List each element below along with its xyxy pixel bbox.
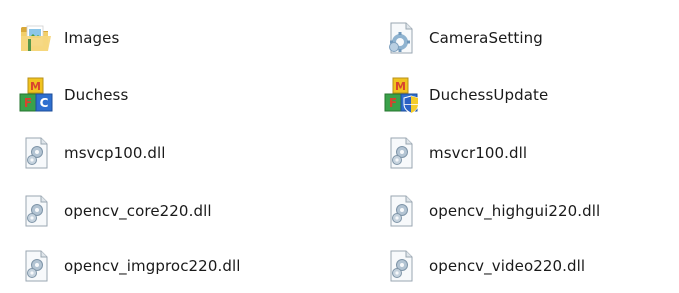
file-name: CameraSetting	[429, 29, 543, 47]
svg-text:C: C	[40, 96, 49, 110]
file-name: msvcr100.dll	[429, 144, 528, 162]
svg-text:F: F	[389, 96, 397, 110]
file-name: DuchessUpdate	[429, 86, 549, 104]
file-item-duchess[interactable]: M F C Duchess	[16, 72, 336, 118]
file-item-msvcr100-dll[interactable]: msvcr100.dll	[381, 130, 671, 176]
file-name: opencv_highgui220.dll	[429, 202, 601, 220]
file-item-opencv-imgproc220-dll[interactable]: opencv_imgproc220.dll	[16, 243, 336, 289]
file-item-opencv-video220-dll[interactable]: opencv_video220.dll	[381, 243, 671, 289]
svg-text:F: F	[24, 96, 32, 110]
file-name: opencv_video220.dll	[429, 257, 586, 275]
folder-icon	[16, 18, 56, 58]
app-blocks-shield-icon: M F	[381, 75, 421, 115]
file-item-opencv-highgui220-dll[interactable]: opencv_highgui220.dll	[381, 188, 671, 234]
file-item-duchessupdate[interactable]: M F DuchessUpdate	[381, 72, 671, 118]
file-item-msvcp100-dll[interactable]: msvcp100.dll	[16, 130, 336, 176]
app-blocks-icon: M F C	[16, 75, 56, 115]
file-name: msvcp100.dll	[64, 144, 166, 162]
file-name: Images	[64, 29, 120, 47]
dll-file-icon	[16, 246, 56, 286]
dll-file-icon	[381, 191, 421, 231]
file-name: opencv_imgproc220.dll	[64, 257, 241, 275]
svg-text:M: M	[30, 80, 41, 93]
dll-file-icon	[381, 133, 421, 173]
file-name: opencv_core220.dll	[64, 202, 212, 220]
settings-file-icon	[381, 18, 421, 58]
dll-file-icon	[381, 246, 421, 286]
dll-file-icon	[16, 191, 56, 231]
file-list: Images CameraSetting M F C Duchess M F D…	[0, 0, 679, 293]
dll-file-icon	[16, 133, 56, 173]
svg-text:M: M	[395, 80, 406, 93]
file-item-camerasetting[interactable]: CameraSetting	[381, 15, 671, 61]
file-item-images[interactable]: Images	[16, 15, 336, 61]
file-item-opencv-core220-dll[interactable]: opencv_core220.dll	[16, 188, 336, 234]
file-name: Duchess	[64, 86, 129, 104]
